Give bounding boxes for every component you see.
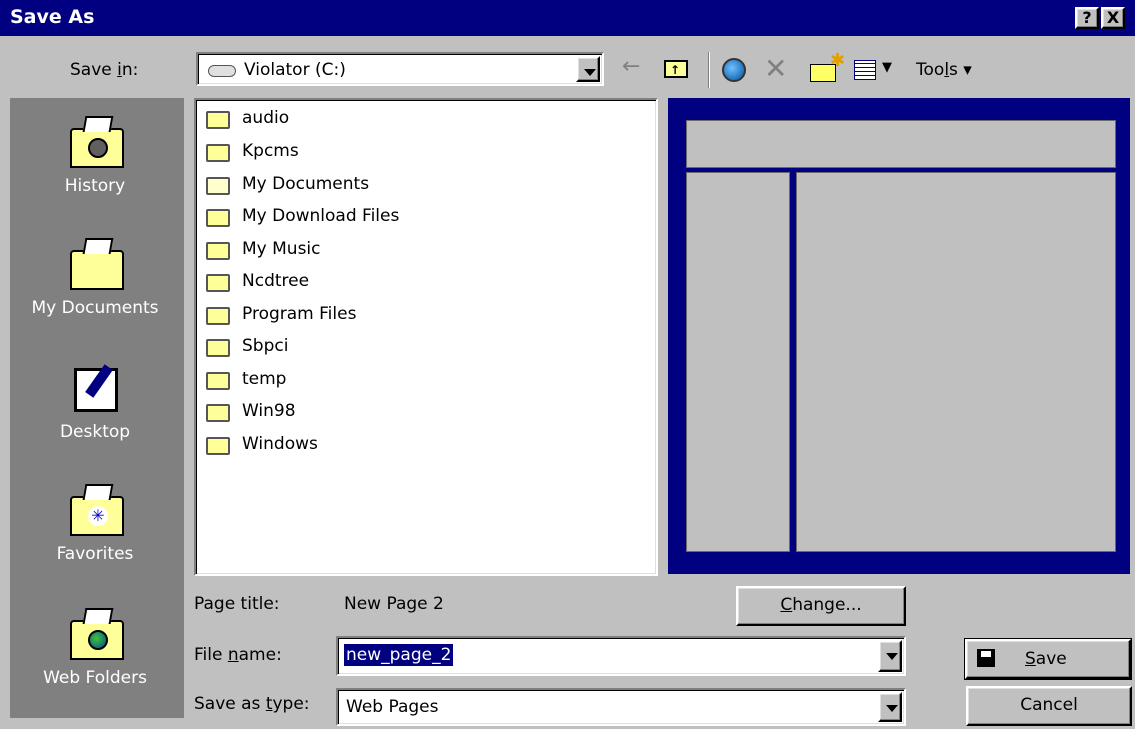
- list-item[interactable]: Win98: [206, 399, 506, 427]
- file-name-value[interactable]: new_page_2: [344, 644, 454, 666]
- place-desktop[interactable]: Desktop: [10, 364, 180, 464]
- preview-header-frame: [686, 120, 1116, 168]
- save-in-label: Save in:: [70, 60, 139, 80]
- web-folders-icon: [70, 610, 124, 662]
- file-name-label: File name:: [194, 645, 282, 665]
- save-button[interactable]: Save: [964, 638, 1132, 680]
- title-bar: Save As ? X: [0, 0, 1135, 36]
- file-list[interactable]: audio Kpcms My Documents My Download Fil…: [194, 98, 658, 576]
- my-documents-icon: [70, 240, 124, 292]
- list-item[interactable]: My Download Files: [206, 204, 506, 232]
- folder-icon: [206, 274, 230, 292]
- save-as-type-value: Web Pages: [346, 697, 439, 717]
- place-favorites[interactable]: ✳ Favorites: [10, 486, 180, 586]
- new-folder-icon[interactable]: ✱: [808, 50, 845, 86]
- views-icon[interactable]: ▼: [852, 54, 904, 86]
- folder-icon: [206, 111, 230, 129]
- delete-icon[interactable]: ✕: [764, 54, 794, 86]
- save-as-type-dropdown[interactable]: Web Pages: [336, 688, 906, 726]
- page-title-label: Page title:: [194, 594, 280, 614]
- preview-pane: [668, 98, 1130, 574]
- places-bar: History My Documents Desktop ✳ Favorites…: [10, 98, 184, 718]
- folder-icon: [206, 339, 230, 357]
- list-item[interactable]: Windows: [206, 432, 506, 460]
- place-label: Favorites: [56, 544, 134, 564]
- list-item[interactable]: temp: [206, 367, 506, 395]
- folder-icon: [206, 437, 230, 455]
- folder-icon: [206, 242, 230, 260]
- desktop-icon: [70, 364, 124, 416]
- list-item[interactable]: My Music: [206, 237, 506, 265]
- save-button-label: Save: [1025, 649, 1067, 669]
- floppy-disk-icon: [977, 649, 995, 667]
- chevron-down-icon[interactable]: [878, 640, 902, 672]
- preview-main-frame: [796, 172, 1116, 552]
- place-label: Desktop: [59, 422, 131, 442]
- change-button[interactable]: Change...: [736, 586, 906, 626]
- close-button[interactable]: X: [1101, 7, 1125, 29]
- cancel-button[interactable]: Cancel: [966, 686, 1132, 726]
- place-web-folders[interactable]: Web Folders: [10, 610, 180, 710]
- window-title: Save As: [10, 6, 95, 28]
- history-icon: [70, 118, 124, 170]
- list-item[interactable]: audio: [206, 106, 506, 134]
- search-web-icon[interactable]: [718, 54, 752, 86]
- folder-icon: [206, 372, 230, 390]
- folder-icon: [206, 209, 230, 227]
- drive-icon: [208, 65, 236, 77]
- place-history[interactable]: History: [10, 118, 180, 218]
- folder-icon: [206, 144, 230, 162]
- save-in-dropdown[interactable]: Violator (C:): [196, 52, 604, 86]
- place-label: History: [64, 176, 126, 196]
- list-item[interactable]: Program Files: [206, 302, 506, 330]
- folder-icon: [206, 404, 230, 422]
- page-title-value: New Page 2: [344, 594, 444, 614]
- list-item[interactable]: Ncdtree: [206, 269, 506, 297]
- place-label: My Documents: [31, 298, 159, 318]
- back-arrow-icon[interactable]: ←: [622, 54, 650, 86]
- favorites-icon: ✳: [70, 486, 124, 538]
- save-in-value: Violator (C:): [244, 60, 346, 80]
- folder-icon: [206, 307, 230, 325]
- list-item[interactable]: Sbpci: [206, 334, 506, 362]
- help-button[interactable]: ?: [1075, 7, 1099, 29]
- my-documents-folder-icon: [206, 177, 230, 195]
- place-label: Web Folders: [43, 668, 147, 688]
- list-item[interactable]: Kpcms: [206, 139, 506, 167]
- list-item[interactable]: My Documents: [206, 172, 506, 200]
- chevron-down-icon[interactable]: [576, 56, 600, 82]
- preview-left-frame: [686, 172, 790, 552]
- file-name-field[interactable]: new_page_2: [336, 636, 906, 676]
- up-folder-icon[interactable]: ↑: [660, 54, 694, 86]
- tools-menu[interactable]: Tools ▾: [916, 54, 1006, 86]
- save-as-type-label: Save as type:: [194, 694, 310, 714]
- place-my-documents[interactable]: My Documents: [10, 240, 180, 340]
- toolbar-separator: [708, 52, 710, 88]
- chevron-down-icon[interactable]: [878, 692, 902, 722]
